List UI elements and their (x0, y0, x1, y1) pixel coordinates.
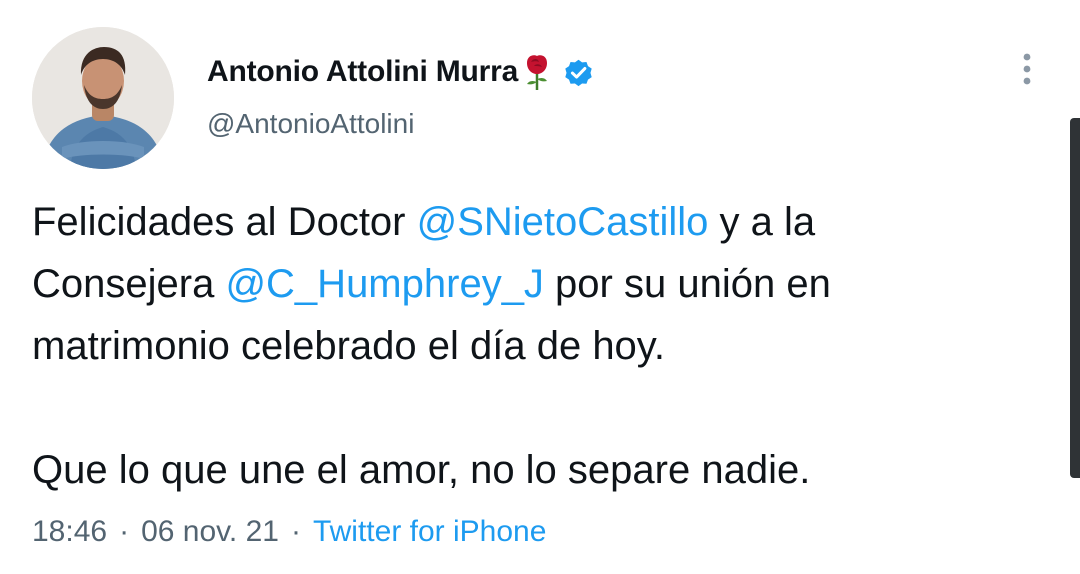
tweet-text-segment: y a la (708, 200, 816, 244)
tweet-text: Felicidades al Doctor @SNietoCastillo y … (32, 191, 1042, 501)
tweet-text-segment: por su unión en (543, 262, 831, 306)
verified-badge-icon (562, 56, 595, 89)
mention-link-c-humphrey-j[interactable]: @C_Humphrey_J (225, 262, 544, 306)
rose-icon (522, 53, 552, 91)
tweet-time[interactable]: 18:46 (32, 515, 107, 549)
mention-link-snietocastillo[interactable]: @SNietoCastillo (417, 200, 709, 244)
scrollbar[interactable] (1070, 118, 1080, 478)
tweet-source-link[interactable]: Twitter for iPhone (313, 515, 546, 549)
tweet-line: Que lo que une el amor, no lo separe nad… (32, 448, 811, 492)
separator-dot: · (119, 515, 130, 548)
tweet-text-segment: Consejera (32, 262, 226, 306)
tweet-line: matrimonio celebrado el día de hoy. (32, 324, 665, 368)
tweet-line: Felicidades al Doctor @SNietoCastillo y … (32, 191, 1042, 253)
tweet-text-segment: Felicidades al Doctor (32, 200, 417, 244)
tweet-line: Consejera @C_Humphrey_J por su unión en (32, 253, 1042, 315)
separator-dot: · (290, 515, 301, 548)
more-options-icon[interactable] (1018, 50, 1036, 90)
author-handle[interactable]: @AntonioAttolini (207, 108, 414, 140)
author-name-row[interactable]: Antonio Attolini Murra (207, 52, 595, 92)
avatar[interactable] (32, 27, 174, 169)
tweet-date[interactable]: 06 nov. 21 (141, 515, 279, 549)
author-display-name[interactable]: Antonio Attolini Murra (207, 55, 518, 89)
tweet-card: Antonio Attolini Murra @AntonioAttolini (0, 0, 1080, 574)
avatar-photo (32, 27, 174, 169)
tweet-metadata: 18:46 · 06 nov. 21 · Twitter for iPhone (32, 512, 546, 552)
